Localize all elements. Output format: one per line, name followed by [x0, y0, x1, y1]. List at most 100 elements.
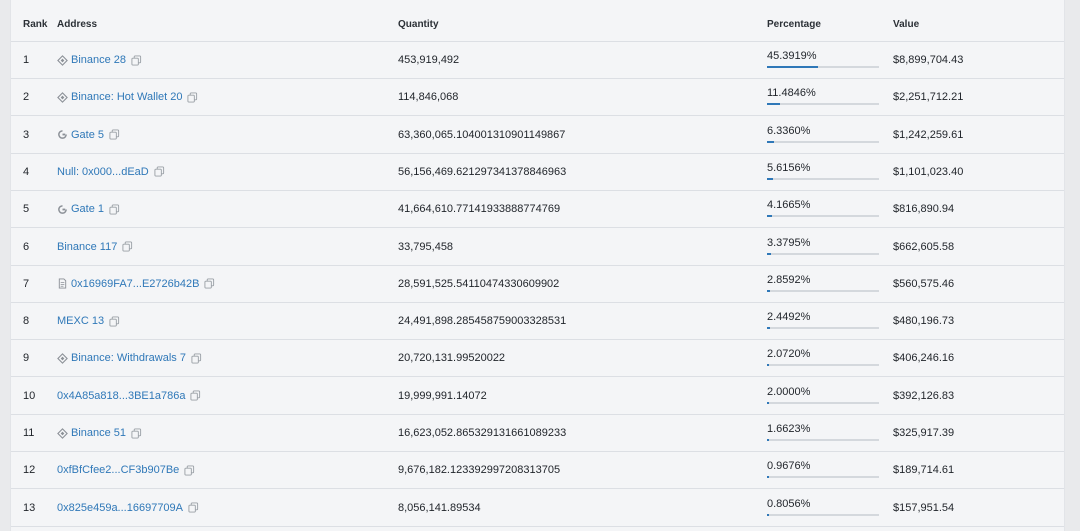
value-cell: $560,575.46	[893, 277, 955, 290]
copy-icon[interactable]	[109, 129, 120, 140]
holders-card: Rank Address Quantity Percentage Value 1…	[10, 0, 1065, 531]
percentage-bar-fill	[767, 401, 770, 404]
percentage-bar	[767, 513, 879, 516]
percentage-bar	[767, 364, 879, 367]
table-row: 5 Gate 1 41,664,610.77141933888774769 4.166…	[11, 191, 1064, 229]
table-row: 1 Binance 28 453,919,492 45.3919% $8,899,704…	[11, 42, 1064, 79]
address-link[interactable]: Gate 1	[71, 202, 104, 216]
quantity-cell: 16,623,052.865329131661089233	[398, 427, 567, 439]
table-row: 7 0x16969FA7...E2726b42B 28,591,525.541104…	[11, 266, 1064, 303]
header-value: Value	[893, 19, 920, 30]
value-cell: $157,951.54	[893, 501, 955, 514]
rank-cell: 1	[23, 54, 30, 66]
percentage-bar	[767, 327, 879, 330]
address-link[interactable]: Binance: Withdrawals 7	[71, 351, 186, 365]
percentage-bar	[767, 177, 879, 180]
rank-cell: 7	[23, 277, 30, 290]
value-cell: $325,917.39	[893, 427, 955, 439]
address-link[interactable]: Binance: Hot Wallet 20	[71, 90, 182, 104]
copy-icon[interactable]	[188, 502, 199, 513]
percentage-bar	[767, 289, 879, 292]
address-link[interactable]: Binance 51	[71, 426, 126, 440]
percentage-cell: 5.6156%	[767, 161, 879, 180]
address-cell: Gate 1	[57, 202, 120, 216]
copy-icon[interactable]	[190, 390, 201, 401]
address-cell: Binance 117	[57, 240, 133, 254]
quantity-cell: 24,491,898.285458759003328531	[398, 315, 567, 328]
percentage-cell: 2.4492%	[767, 310, 879, 330]
table-row: 13 0x825e459a...16697709A 8,056,141.89534 0…	[11, 490, 1064, 527]
address-cell: Binance: Hot Wallet 20	[57, 90, 198, 104]
gate-icon	[57, 129, 68, 140]
value-cell: $8,899,704.43	[893, 54, 964, 66]
header-rank: Rank	[23, 19, 48, 30]
token-holders-table: Rank Address Quantity Percentage Value 1…	[0, 0, 1080, 531]
percentage-cell: 3.3795%	[767, 236, 879, 255]
percentage-cell: 0.8056%	[767, 497, 879, 516]
binance-icon	[57, 91, 68, 103]
copy-icon[interactable]	[131, 54, 142, 66]
copy-icon[interactable]	[191, 353, 202, 364]
rank-cell: 8	[23, 315, 30, 328]
address-link[interactable]: 0xfBfCfee2...CF3b907Be	[57, 463, 179, 477]
table-row: 3 Gate 5 63,360,065.104001310901149867 6.33…	[11, 117, 1064, 154]
copy-icon[interactable]	[109, 316, 120, 327]
copy-icon[interactable]	[204, 278, 215, 289]
address-link[interactable]: Gate 5	[71, 128, 104, 142]
rank-cell: 5	[23, 203, 30, 216]
percentage-cell: 1.6623%	[767, 422, 879, 441]
percentage-bar-fill	[767, 140, 775, 143]
value-cell: $816,890.94	[893, 203, 955, 216]
binance-icon	[57, 54, 68, 66]
copy-icon[interactable]	[187, 92, 198, 103]
quantity-cell: 8,056,141.89534	[398, 501, 481, 514]
value-cell: $189,714.61	[893, 464, 955, 477]
address-link[interactable]: 0x16969FA7...E2726b42B	[71, 277, 199, 291]
rank-cell: 4	[23, 165, 30, 178]
quantity-cell: 33,795,458	[398, 240, 454, 253]
percentage-text: 6.3360%	[767, 124, 811, 137]
address-link[interactable]: MEXC 13	[57, 314, 104, 328]
value-cell: $1,101,023.40	[893, 165, 964, 178]
percentage-bar-fill	[767, 513, 769, 516]
rank-cell: 10	[23, 389, 36, 402]
percentage-bar	[767, 103, 879, 106]
address-link[interactable]: Null: 0x000...dEaD	[57, 165, 149, 179]
percentage-text: 2.8592%	[767, 273, 811, 286]
address-cell: Binance 51	[57, 426, 142, 440]
copy-icon[interactable]	[184, 465, 195, 476]
percentage-bar-fill	[767, 66, 818, 68]
percentage-bar	[767, 252, 879, 255]
table-row: 11 Binance 51 16,623,052.86532913166108923…	[11, 415, 1064, 452]
copy-icon[interactable]	[154, 166, 165, 177]
percentage-text: 2.0720%	[767, 348, 811, 361]
copy-icon[interactable]	[122, 241, 133, 252]
copy-icon[interactable]	[109, 204, 120, 215]
percentage-text: 3.3795%	[767, 236, 811, 249]
address-link[interactable]: 0x4A85a818...3BE1a786a	[57, 389, 185, 403]
address-link[interactable]: Binance 28	[71, 53, 126, 67]
percentage-bar-fill	[767, 327, 770, 330]
percentage-text: 11.4846%	[767, 87, 816, 100]
value-cell: $480,196.73	[893, 315, 955, 328]
quantity-cell: 41,664,610.77141933888774769	[398, 203, 561, 216]
rank-cell: 6	[23, 240, 30, 253]
address-link[interactable]: Binance 117	[57, 240, 117, 254]
percentage-bar-fill	[767, 476, 769, 479]
percentage-text: 4.1665%	[767, 199, 811, 212]
percentage-cell: 6.3360%	[767, 124, 879, 143]
address-cell: Binance 28	[57, 53, 142, 67]
copy-icon[interactable]	[131, 427, 142, 439]
percentage-bar-fill	[767, 439, 769, 441]
address-link[interactable]: 0x825e459a...16697709A	[57, 501, 183, 515]
percentage-bar-fill	[767, 364, 770, 367]
table-row: 9 Binance: Withdrawals 7 20,720,131.995200…	[11, 340, 1064, 378]
percentage-text: 45.3919%	[767, 50, 817, 62]
percentage-text: 2.0000%	[767, 385, 811, 398]
rank-cell: 3	[23, 128, 30, 141]
percentage-bar	[767, 476, 879, 479]
address-cell: 0x825e459a...16697709A	[57, 501, 199, 515]
rank-cell: 9	[23, 352, 30, 365]
address-cell: Binance: Withdrawals 7	[57, 351, 202, 365]
value-cell: $662,605.58	[893, 240, 955, 253]
